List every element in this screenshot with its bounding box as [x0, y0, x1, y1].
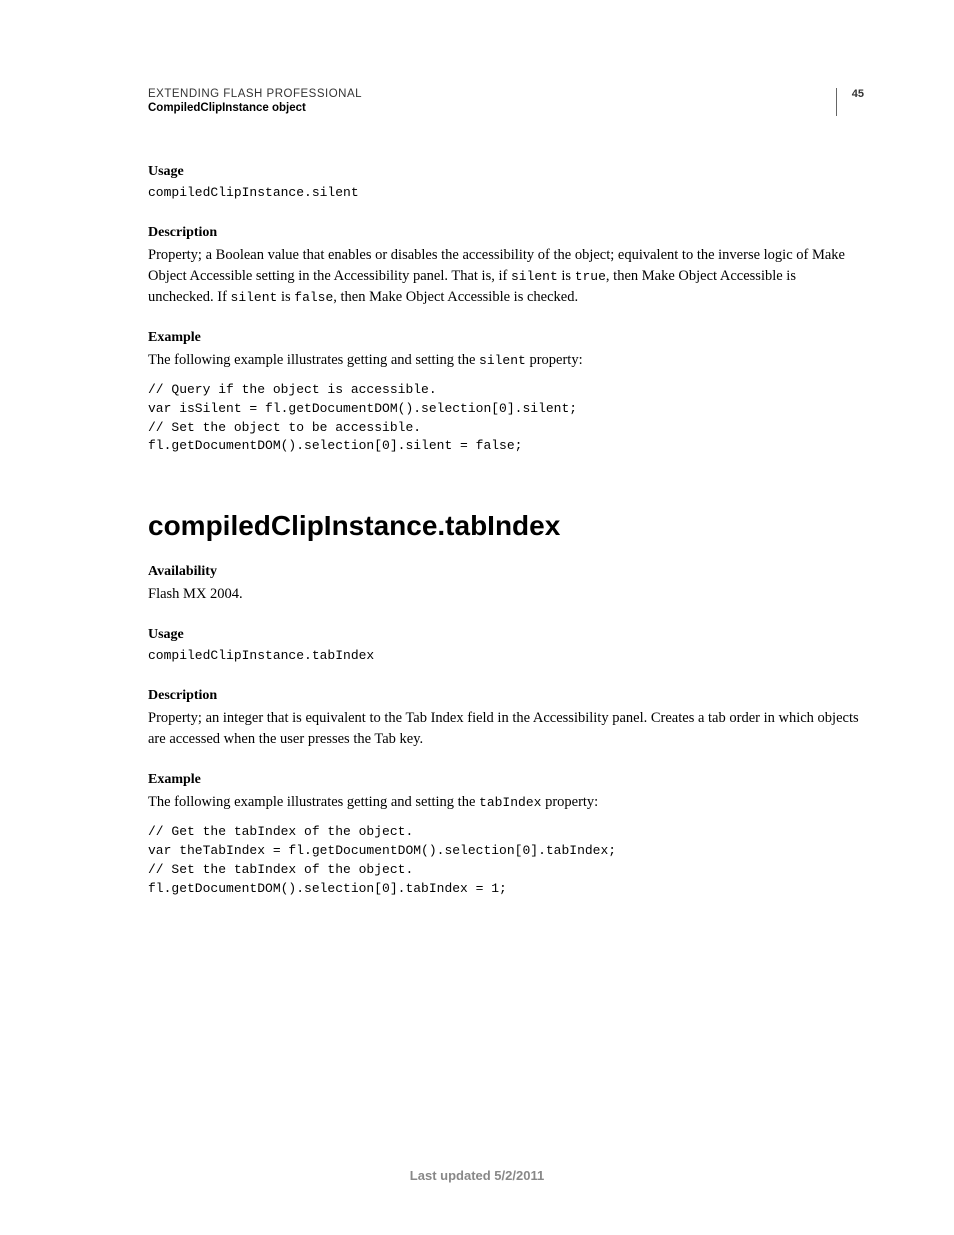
description-text-2: Property; an integer that is equivalent … — [148, 708, 864, 750]
example-code-block-2: // Get the tabIndex of the object. var t… — [148, 823, 864, 898]
usage-code: compiledClipInstance.silent — [148, 184, 864, 203]
usage-label-2: Usage — [148, 627, 864, 643]
example-label-2: Example — [148, 772, 864, 788]
desc-c3: silent — [231, 290, 278, 305]
desc-c2: true — [575, 269, 606, 284]
availability-text: Flash MX 2004. — [148, 584, 864, 605]
page-content: EXTENDING FLASH PROFESSIONAL CompiledCli… — [0, 0, 954, 899]
desc-p2: is — [558, 268, 575, 284]
example-intro-2: The following example illustrates gettin… — [148, 792, 864, 813]
example-code-block: // Query if the object is accessible. va… — [148, 381, 864, 456]
desc-c1: silent — [511, 269, 558, 284]
availability-label: Availability — [148, 564, 864, 580]
ex-intro-p1: The following example illustrates gettin… — [148, 352, 479, 368]
doc-title: EXTENDING FLASH PROFESSIONAL — [148, 88, 836, 100]
usage-label: Usage — [148, 164, 864, 180]
example-intro: The following example illustrates gettin… — [148, 350, 864, 371]
example-label: Example — [148, 330, 864, 346]
ex-intro-code: silent — [479, 353, 526, 368]
desc-p5: , then Make Object Accessible is checked… — [333, 289, 578, 305]
page-footer: Last updated 5/2/2011 — [0, 1168, 954, 1183]
page-number: 45 — [836, 88, 864, 116]
description-text: Property; a Boolean value that enables o… — [148, 245, 864, 308]
usage-code-2: compiledClipInstance.tabIndex — [148, 647, 864, 666]
doc-subtitle: CompiledClipInstance object — [148, 102, 836, 114]
ex2-intro-p2: property: — [541, 794, 598, 810]
desc-p4: is — [277, 289, 294, 305]
description-label: Description — [148, 225, 864, 241]
ex-intro-p2: property: — [526, 352, 583, 368]
ex2-intro-code: tabIndex — [479, 795, 541, 810]
page-header: EXTENDING FLASH PROFESSIONAL CompiledCli… — [148, 88, 864, 116]
ex2-intro-p1: The following example illustrates gettin… — [148, 794, 479, 810]
section-heading: compiledClipInstance.tabIndex — [148, 510, 864, 542]
desc-c4: false — [294, 290, 333, 305]
header-left: EXTENDING FLASH PROFESSIONAL CompiledCli… — [148, 88, 836, 114]
description-label-2: Description — [148, 688, 864, 704]
